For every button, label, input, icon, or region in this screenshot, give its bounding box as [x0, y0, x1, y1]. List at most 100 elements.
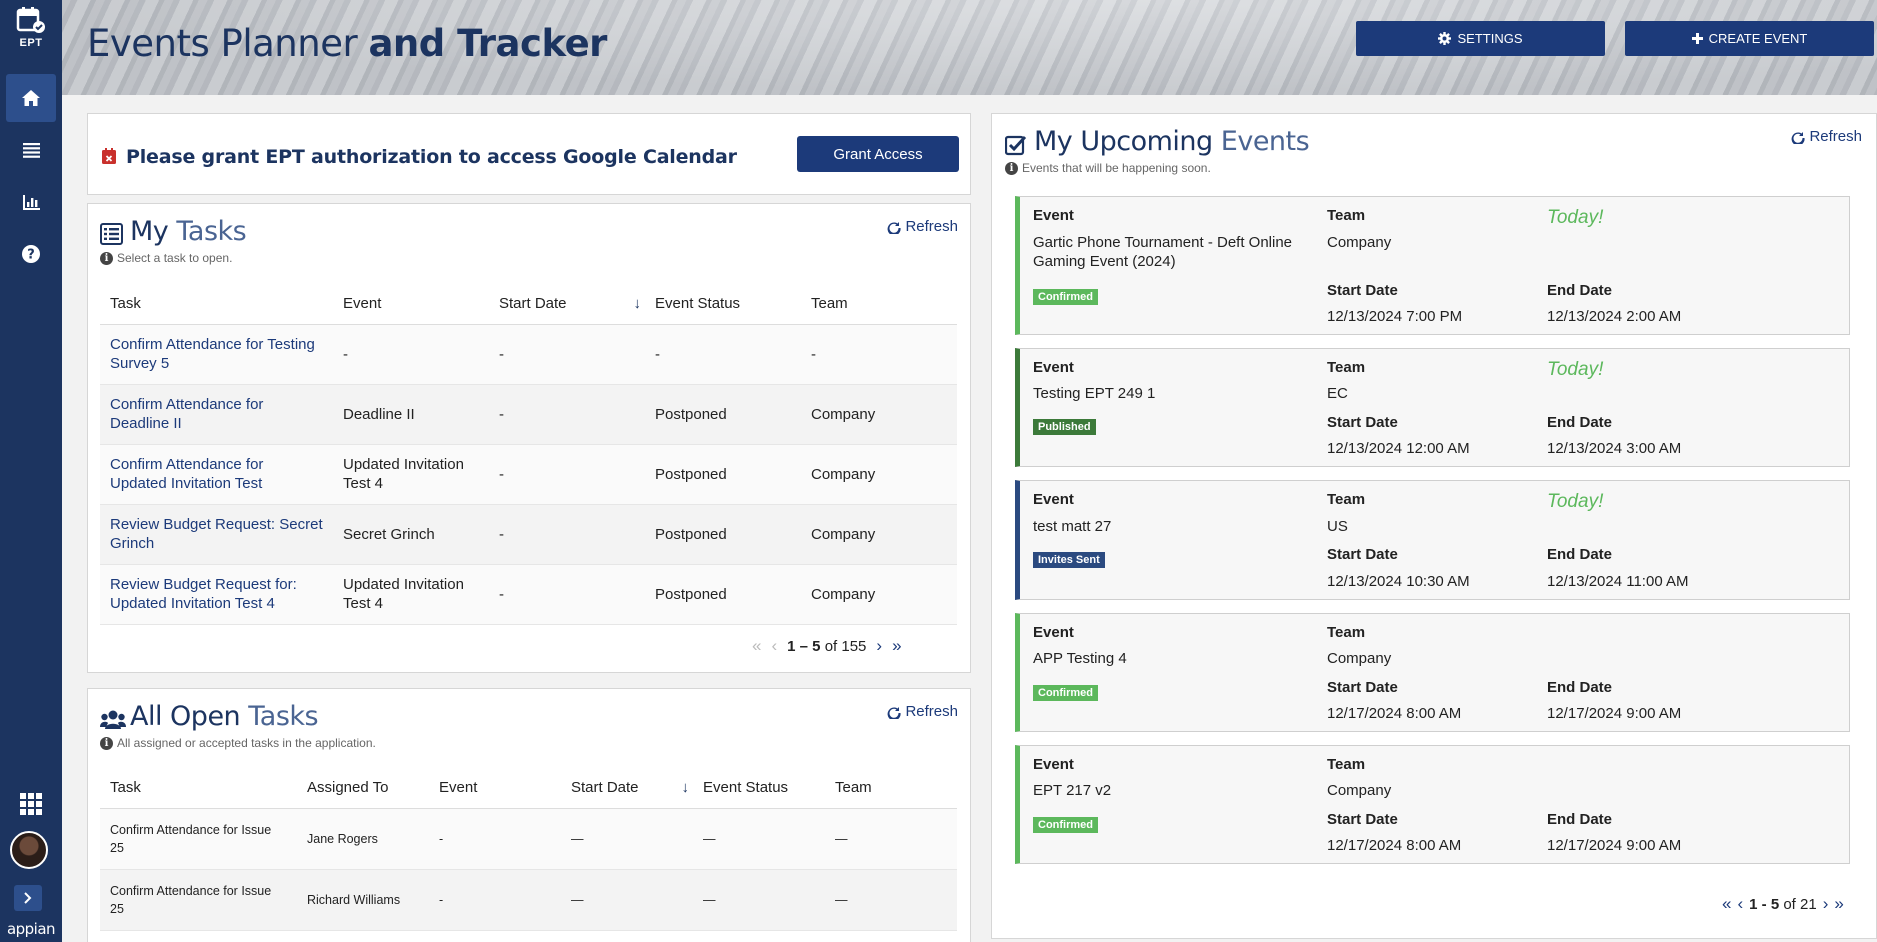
task-start-date: - — [489, 444, 645, 505]
status-badge: Published — [1033, 419, 1096, 435]
today-label: Today! — [1547, 359, 1604, 380]
event-name: test matt 27 — [1033, 518, 1112, 535]
event-team: Company — [1327, 782, 1392, 799]
plus-icon — [1691, 33, 1703, 44]
end-date-label: End Date — [1547, 282, 1613, 299]
column-header-start-date[interactable]: Start Date ↓ — [561, 768, 693, 809]
status-badge: Confirmed — [1033, 817, 1098, 833]
event-name: EPT 217 v2 — [1033, 782, 1112, 799]
start-date-header-text: Start Date — [499, 295, 567, 313]
open-tasks-refresh-label: Refresh — [905, 703, 958, 720]
app-logo[interactable]: EPT — [0, 0, 62, 52]
event-label: Event — [1033, 207, 1074, 224]
task-link[interactable]: Confirm Attendance for Updated Invitatio… — [110, 456, 263, 492]
svg-text:?: ? — [27, 248, 35, 263]
event-end-date: 12/13/2024 2:00 AM — [1547, 308, 1682, 325]
event-start-date: 12/17/2024 8:00 AM — [1327, 837, 1462, 854]
prev-page-icon[interactable]: ‹ — [771, 636, 777, 656]
first-page-icon[interactable]: « — [752, 636, 761, 656]
column-header-event[interactable]: Event — [333, 284, 489, 325]
event-start-date: 12/13/2024 10:30 AM — [1327, 573, 1470, 590]
nav-reports[interactable] — [6, 178, 56, 226]
pager-range: 1 – 5 — [787, 637, 821, 655]
column-header-event[interactable]: Event — [429, 768, 561, 809]
table-row[interactable]: Confirm Attendance for Issue 25 Jane Rog… — [100, 808, 957, 870]
next-page-icon[interactable]: › — [1823, 894, 1829, 914]
user-avatar[interactable] — [10, 831, 48, 869]
nav-list[interactable] — [6, 126, 56, 174]
prev-page-icon[interactable]: ‹ — [1737, 894, 1743, 914]
task-link[interactable]: Review Budget Request for: Updated Invit… — [110, 576, 297, 612]
column-header-start-date[interactable]: Start Date ↓ — [489, 284, 645, 325]
page-title-regular: Events Planner — [87, 22, 358, 65]
grant-access-button[interactable]: Grant Access — [797, 136, 959, 172]
first-page-icon[interactable]: « — [1722, 894, 1731, 914]
team-label: Team — [1327, 207, 1366, 224]
nav-home[interactable] — [6, 74, 56, 122]
task-link[interactable]: Review Budget Request: Secret Grinch — [110, 516, 323, 552]
column-header-task[interactable]: Task — [100, 284, 333, 325]
event-card[interactable]: Event APP Testing 4 Confirmed Team Compa… — [1015, 613, 1850, 732]
my-tasks-card: My Tasks i Select a task to open. Refres… — [87, 203, 971, 673]
last-page-icon[interactable]: » — [1834, 894, 1843, 914]
page-header: Events Planner and Tracker SETTINGS CREA… — [62, 0, 1877, 95]
appian-brand: appian — [6, 920, 56, 938]
my-tasks-refresh[interactable]: Refresh — [887, 218, 958, 235]
end-date-label: End Date — [1547, 546, 1613, 563]
column-header-task[interactable]: Task — [100, 768, 297, 809]
task-start-date: - — [489, 384, 645, 445]
start-date-label: Start Date — [1327, 546, 1398, 563]
refresh-icon — [1792, 131, 1805, 144]
open-task-team: — — [825, 808, 957, 870]
app-logo-text: EPT — [19, 37, 43, 49]
table-row[interactable]: Confirm Attendance for Updated Invitatio… — [100, 444, 957, 505]
last-page-icon[interactable]: » — [892, 636, 901, 656]
page-title-bold: and Tracker — [368, 22, 607, 65]
event-card[interactable]: Event EPT 217 v2 Confirmed Team Company … — [1015, 745, 1850, 864]
table-header-row: Task Assigned To Event Start Date ↓ Event… — [100, 768, 957, 809]
open-task-name[interactable]: Confirm Attendance for Issue 25 — [100, 808, 297, 870]
my-tasks-subtitle: i Select a task to open. — [100, 251, 232, 265]
table-row[interactable]: Review Budget Request: Secret Grinch Sec… — [100, 504, 957, 565]
end-date-label: End Date — [1547, 679, 1613, 696]
page-title: Events Planner and Tracker — [87, 22, 607, 65]
table-row[interactable]: Confirm Attendance for Testing Survey 5 … — [100, 324, 957, 385]
next-page-icon[interactable]: › — [876, 636, 882, 656]
column-header-team[interactable]: Team — [801, 284, 957, 325]
task-event-status: - — [645, 324, 801, 385]
column-header-event-status[interactable]: Event Status — [693, 768, 825, 809]
open-tasks-table: Task Assigned To Event Start Date ↓ Event… — [100, 768, 957, 931]
table-row[interactable]: Review Budget Request for: Updated Invit… — [100, 564, 957, 625]
upcoming-refresh[interactable]: Refresh — [1791, 128, 1862, 145]
task-link[interactable]: Confirm Attendance for Testing Survey 5 — [110, 336, 315, 372]
column-header-event-status[interactable]: Event Status — [645, 284, 801, 325]
task-event-status: Postponed — [645, 384, 801, 445]
open-tasks-refresh[interactable]: Refresh — [887, 703, 958, 720]
open-task-assignee: Richard Williams — [297, 869, 429, 931]
event-start-date: 12/17/2024 8:00 AM — [1327, 705, 1462, 722]
column-header-team[interactable]: Team — [825, 768, 957, 809]
event-card[interactable]: Event Gartic Phone Tournament - Deft Onl… — [1015, 196, 1850, 335]
event-start-date: 12/13/2024 12:00 AM — [1327, 440, 1470, 457]
refresh-icon — [888, 221, 901, 234]
check-square-icon — [1005, 135, 1027, 156]
create-event-button[interactable]: CREATE EVENT — [1625, 21, 1874, 56]
open-task-name[interactable]: Confirm Attendance for Issue 25 — [100, 869, 297, 931]
calendar-check-icon — [16, 7, 45, 33]
task-event: Deadline II — [333, 384, 489, 445]
upcoming-title: My Upcoming Events — [1034, 126, 1310, 157]
settings-button[interactable]: SETTINGS — [1356, 21, 1605, 56]
table-row[interactable]: Confirm Attendance for Issue 25 Richard … — [100, 869, 957, 931]
expand-nav-button[interactable] — [14, 885, 42, 911]
end-date-label: End Date — [1547, 811, 1613, 828]
event-name: Gartic Phone Tournament - Deft Online Ga… — [1033, 234, 1293, 270]
event-card[interactable]: Event test matt 27 Invites Sent Team US … — [1015, 480, 1850, 600]
nav-help[interactable]: ? — [6, 230, 56, 278]
gear-icon — [1438, 32, 1452, 45]
table-row[interactable]: Confirm Attendance for Deadline II Deadl… — [100, 384, 957, 445]
event-card[interactable]: Event Testing EPT 249 1 Published Team E… — [1015, 348, 1850, 467]
nav-apps[interactable] — [6, 780, 56, 828]
task-link[interactable]: Confirm Attendance for Deadline II — [110, 396, 263, 432]
column-header-assigned-to[interactable]: Assigned To — [297, 768, 429, 809]
open-task-start-date: — — [561, 869, 693, 931]
